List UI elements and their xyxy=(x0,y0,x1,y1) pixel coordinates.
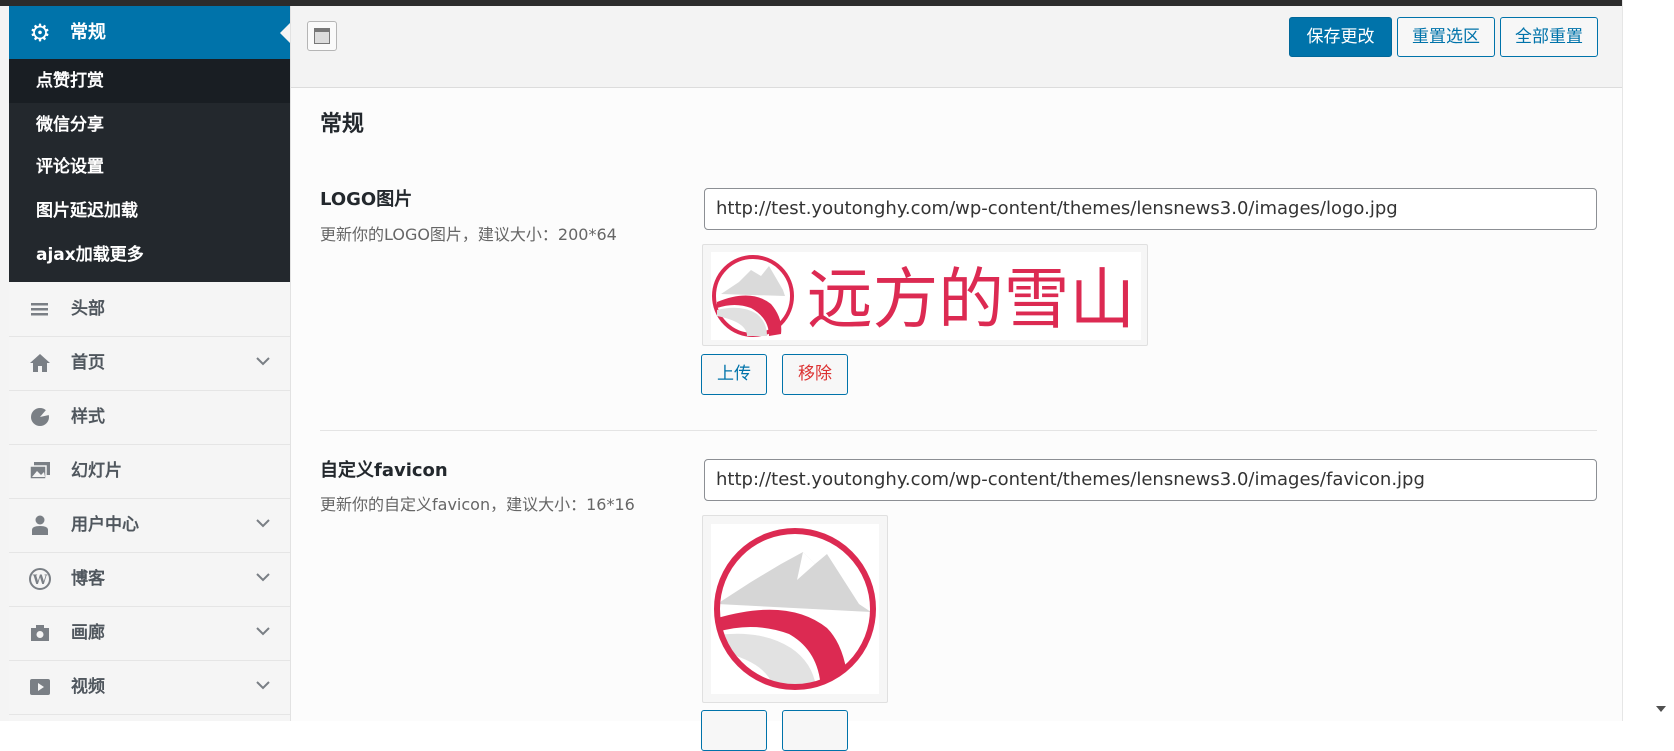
field-divider xyxy=(320,430,1597,431)
submenu-item-wechat-share[interactable]: 微信分享 xyxy=(9,103,290,147)
user-icon xyxy=(32,515,48,535)
sidebar-item-style[interactable]: 样式 xyxy=(9,390,290,445)
submenu-item-label: 评论设置 xyxy=(36,157,104,177)
chevron-down-icon xyxy=(256,519,270,528)
favicon-upload-button[interactable] xyxy=(701,710,767,751)
active-pointer xyxy=(280,23,290,43)
submenu-item-label: 点赞打赏 xyxy=(36,71,104,91)
sidebar-item-header[interactable]: 头部 xyxy=(9,282,290,337)
logo-image: 远方的雪山 xyxy=(711,252,1141,340)
camera-icon xyxy=(31,625,49,641)
page-scrollbar[interactable] xyxy=(1622,0,1674,721)
sidebar-item-label: 博客 xyxy=(71,569,105,589)
options-header: 保存更改 重置选区 全部重置 xyxy=(291,6,1622,88)
scroll-down-arrow[interactable] xyxy=(1656,706,1666,712)
sidebar-item-label: 画廊 xyxy=(71,623,105,643)
favicon-preview xyxy=(702,515,888,703)
sidebar-item-label: 头部 xyxy=(71,299,105,319)
submenu-item-label: 图片延迟加载 xyxy=(36,201,138,221)
sidebar-item-label: 样式 xyxy=(71,407,105,427)
sidebar-item-gallery[interactable]: 画廊 xyxy=(9,606,290,661)
logo-remove-button[interactable]: 移除 xyxy=(782,354,848,395)
submenu-item-lazy-load[interactable]: 图片延迟加载 xyxy=(9,189,290,233)
sidebar-item-label: 用户中心 xyxy=(71,515,139,535)
submenu-item-ajax-load-more[interactable]: ajax加载更多 xyxy=(9,233,290,277)
submenu-item-comment-settings[interactable]: 评论设置 xyxy=(9,145,290,189)
logo-upload-button[interactable]: 上传 xyxy=(701,354,767,395)
layout-icon xyxy=(314,28,330,44)
sidebar-item-general[interactable]: ⚙ 常规 xyxy=(9,6,290,59)
save-button[interactable]: 保存更改 xyxy=(1289,17,1392,57)
video-icon xyxy=(30,679,50,695)
left-edge xyxy=(0,6,9,721)
reset-all-button[interactable]: 全部重置 xyxy=(1500,17,1598,57)
palette-icon xyxy=(31,408,49,426)
sidebar-item-video[interactable]: 视频 xyxy=(9,660,290,715)
logo-field-title: LOGO图片 xyxy=(320,189,413,210)
chevron-down-icon xyxy=(256,573,270,582)
layout-toggle-button[interactable] xyxy=(307,21,337,51)
wordpress-icon: W xyxy=(29,568,51,590)
chevron-down-icon xyxy=(256,627,270,636)
logo-preview: 远方的雪山 xyxy=(702,244,1148,346)
home-icon xyxy=(30,354,50,372)
sidebar-item-label: 视频 xyxy=(71,677,105,697)
favicon-url-input[interactable]: http://test.youtonghy.com/wp-content/the… xyxy=(704,459,1597,501)
favicon-field-title: 自定义favicon xyxy=(320,460,448,481)
logo-preview-text: 远方的雪山 xyxy=(807,261,1135,338)
sidebar-item-home[interactable]: 首页 xyxy=(9,336,290,391)
chevron-down-icon xyxy=(256,357,270,366)
sidebar-item-label: 常规 xyxy=(70,22,106,43)
favicon-field-desc: 更新你的自定义favicon，建议大小：16*16 xyxy=(320,495,635,514)
images-icon xyxy=(29,462,50,480)
chevron-down-icon xyxy=(256,681,270,690)
options-content: 常规 LOGO图片 更新你的LOGO图片，建议大小：200*64 http://… xyxy=(291,88,1622,751)
sidebar-item-label: 首页 xyxy=(71,353,105,373)
reset-section-button[interactable]: 重置选区 xyxy=(1397,17,1495,57)
submenu-item-like-reward[interactable]: 点赞打赏 xyxy=(9,59,290,103)
sidebar-item-user-center[interactable]: 用户中心 xyxy=(9,498,290,553)
favicon-image xyxy=(711,524,879,694)
sidebar-item-label: 幻灯片 xyxy=(71,461,122,481)
section-title: 常规 xyxy=(320,112,365,137)
gear-icon: ⚙ xyxy=(29,19,51,47)
menu-icon xyxy=(31,303,48,316)
submenu-item-label: ajax加载更多 xyxy=(36,245,144,265)
submenu-item-label: 微信分享 xyxy=(36,115,104,135)
favicon-remove-button[interactable] xyxy=(782,710,848,751)
logo-field-desc: 更新你的LOGO图片，建议大小：200*64 xyxy=(320,225,617,244)
sidebar-item-slideshow[interactable]: 幻灯片 xyxy=(9,444,290,499)
general-submenu: 点赞打赏 微信分享 评论设置 图片延迟加载 ajax加载更多 xyxy=(9,59,290,282)
options-sidebar: ⚙ 常规 点赞打赏 微信分享 评论设置 图片延迟加载 ajax加载更多 头部 首… xyxy=(9,6,291,721)
logo-url-input[interactable]: http://test.youtonghy.com/wp-content/the… xyxy=(704,188,1597,230)
sidebar-item-blog[interactable]: W 博客 xyxy=(9,552,290,607)
svg-text:W: W xyxy=(32,573,48,588)
